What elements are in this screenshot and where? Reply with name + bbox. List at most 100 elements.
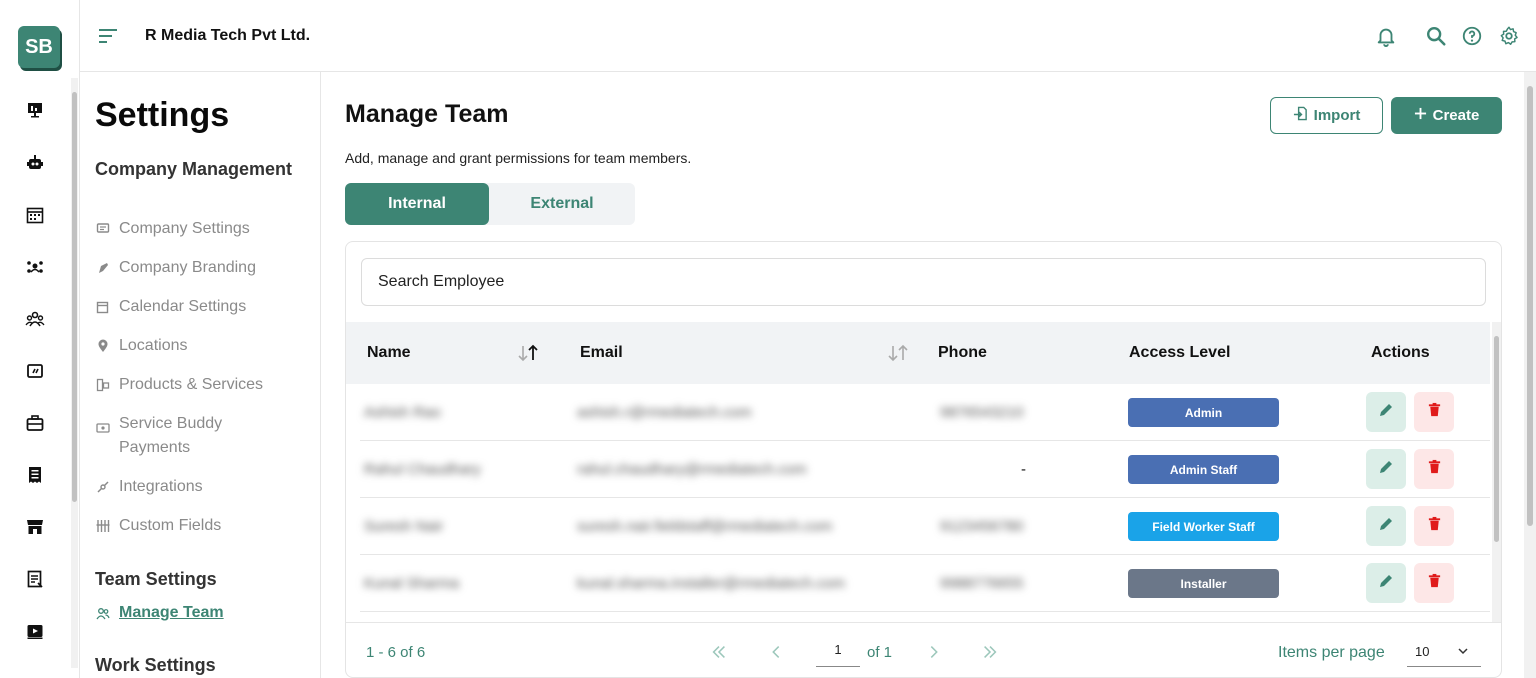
edit-button[interactable]	[1366, 506, 1406, 546]
nav-locations[interactable]: Locations	[95, 334, 188, 358]
cell-name: Ashish Rao	[364, 404, 441, 421]
table-scrollbar[interactable]	[1492, 322, 1501, 622]
main-content: Manage Team Add, manage and grant permis…	[321, 72, 1524, 678]
sort-name-icon[interactable]	[516, 342, 542, 364]
nav-company-branding[interactable]: Company Branding	[95, 256, 256, 280]
col-access-level: Access Level	[1129, 344, 1231, 361]
sort-email-icon[interactable]	[886, 342, 912, 364]
page-number-input[interactable]: 1	[816, 637, 860, 667]
store-icon[interactable]	[24, 516, 46, 538]
media-icon[interactable]	[24, 620, 46, 642]
page-total: of 1	[867, 644, 893, 661]
team-type-tabs: Internal External	[345, 183, 635, 225]
col-email[interactable]: Email	[580, 322, 623, 384]
nav-calendar-settings[interactable]: Calendar Settings	[95, 295, 246, 319]
briefcase-icon[interactable]	[24, 412, 46, 434]
trash-icon	[1427, 459, 1442, 479]
app: SB R Media Tech Pvt Ltd. Settings Compan…	[0, 0, 1536, 678]
trash-icon	[1427, 516, 1442, 536]
top-header: R Media Tech Pvt Ltd.	[80, 0, 1536, 72]
cell-name: Kunal Sharma	[364, 575, 460, 592]
nav-products-services[interactable]: Products & Services	[95, 373, 263, 397]
rail-scrollbar[interactable]	[71, 78, 78, 668]
delete-button[interactable]	[1414, 506, 1454, 546]
cell-email: kunal.sharma.installer@rmediatech.com	[577, 575, 845, 592]
last-page-icon[interactable]	[980, 642, 1000, 662]
payment-icon	[95, 420, 111, 436]
table-row[interactable]: Suresh Nair suresh.nair.fieldstaff@rmedi…	[360, 498, 1490, 555]
calendar-edit-icon	[95, 299, 111, 315]
team-icon[interactable]	[24, 308, 46, 330]
search-icon[interactable]	[1424, 24, 1448, 48]
nav-custom-fields[interactable]: Custom Fields	[95, 514, 221, 538]
receipt-icon[interactable]	[24, 464, 46, 486]
col-actions: Actions	[1371, 344, 1430, 361]
cell-name: Rahul Chaudhary	[364, 461, 481, 478]
edit-button[interactable]	[1366, 392, 1406, 432]
section-work-settings: Work Settings	[95, 655, 216, 675]
import-icon	[1293, 106, 1308, 125]
chevron-down-icon	[1457, 645, 1469, 657]
users-icon	[95, 605, 111, 621]
robot-icon[interactable]	[24, 152, 46, 174]
next-page-icon[interactable]	[924, 642, 944, 662]
document-icon[interactable]	[24, 568, 46, 590]
pin-icon	[95, 338, 111, 354]
cell-phone: 9988776655	[940, 575, 1024, 592]
company-name: R Media Tech Pvt Ltd.	[145, 27, 311, 44]
dashboard-icon[interactable]	[24, 99, 46, 121]
access-badge: Installer	[1128, 569, 1279, 598]
table-row[interactable]: Kunal Sharma kunal.sharma.installer@rmed…	[360, 555, 1490, 612]
pagination-range: 1 - 6 of 6	[366, 644, 426, 661]
cell-email: rahul.chaudhary@rmediatech.com	[577, 461, 807, 478]
fields-icon	[95, 518, 111, 534]
page-description: Add, manage and grant permissions for te…	[345, 150, 692, 166]
cell-name: Suresh Nair	[364, 518, 444, 535]
tab-external[interactable]: External	[490, 183, 634, 225]
cell-email: ashish.r@rmediatech.com	[577, 404, 752, 421]
edit-button[interactable]	[1366, 449, 1406, 489]
access-badge: Field Worker Staff	[1128, 512, 1279, 541]
tab-internal[interactable]: Internal	[345, 183, 489, 225]
app-logo[interactable]: SB	[18, 26, 60, 68]
page-title: Manage Team	[345, 100, 509, 128]
delete-button[interactable]	[1414, 449, 1454, 489]
cell-phone: 9123456780	[940, 518, 1024, 535]
nav-integrations[interactable]: Integrations	[95, 475, 203, 499]
pencil-icon	[1378, 402, 1394, 423]
page-scrollbar[interactable]	[1524, 72, 1536, 678]
cell-phone: -	[1021, 461, 1026, 478]
col-name[interactable]: Name	[367, 322, 411, 384]
nav-service-buddy-payments[interactable]: Service Buddy Payments	[95, 412, 285, 460]
table-row[interactable]: Rahul Chaudhary rahul.chaudhary@rmediate…	[360, 441, 1490, 498]
nav-manage-team[interactable]: Manage Team	[95, 601, 224, 625]
pencil-icon	[1378, 516, 1394, 537]
pencil-icon	[1378, 573, 1394, 594]
delete-button[interactable]	[1414, 392, 1454, 432]
menu-icon[interactable]	[99, 27, 119, 45]
table-row[interactable]: Ashish Rao ashish.r@rmediatech.com 98765…	[360, 384, 1490, 441]
first-page-icon[interactable]	[709, 642, 729, 662]
create-button[interactable]: Create	[1391, 97, 1502, 134]
trash-icon	[1427, 402, 1442, 422]
items-per-page-select[interactable]: 10	[1407, 637, 1481, 667]
gear-icon[interactable]	[1497, 24, 1521, 48]
prev-page-icon[interactable]	[766, 642, 786, 662]
edit-button[interactable]	[1366, 563, 1406, 603]
import-button[interactable]: Import	[1270, 97, 1383, 134]
help-icon[interactable]	[1460, 24, 1484, 48]
board-icon[interactable]	[24, 360, 46, 382]
team-table: Name Email Phone Access Level Actions As…	[346, 322, 1501, 622]
pagination: 1 - 6 of 6 1 of 1 Items per page 10	[346, 622, 1501, 677]
nav-company-settings[interactable]: Company Settings	[95, 217, 250, 241]
notification-bell-icon[interactable]	[1374, 24, 1398, 48]
pencil-icon	[1378, 459, 1394, 480]
access-badge: Admin Staff	[1128, 455, 1279, 484]
col-phone: Phone	[938, 344, 987, 361]
cell-phone: 9876543210	[940, 404, 1024, 421]
calendar-icon[interactable]	[24, 204, 46, 226]
plus-icon	[1414, 107, 1427, 124]
search-input[interactable]	[361, 258, 1486, 306]
crew-icon[interactable]	[24, 256, 46, 278]
delete-button[interactable]	[1414, 563, 1454, 603]
